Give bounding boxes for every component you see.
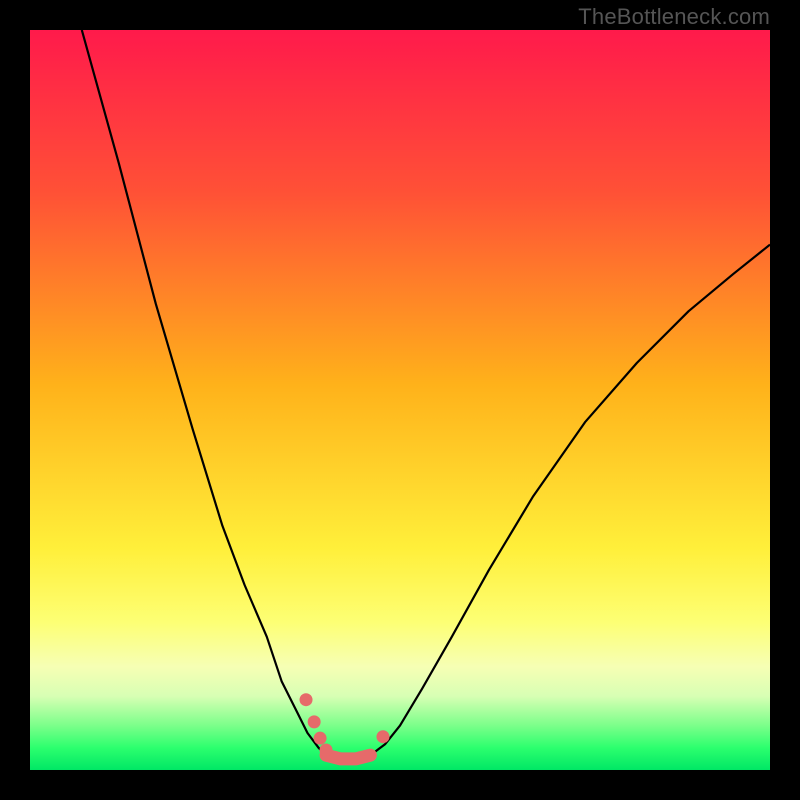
marker-left-dot-2 — [308, 715, 321, 728]
watermark-text: TheBottleneck.com — [578, 4, 770, 30]
chart-canvas — [30, 30, 770, 770]
marker-right-dot-1 — [376, 730, 389, 743]
marker-left-dot-4 — [320, 744, 333, 757]
chart-plot-area — [30, 30, 770, 770]
chart-frame: TheBottleneck.com — [0, 0, 800, 800]
chart-background — [30, 30, 770, 770]
series-valley-floor — [326, 755, 370, 759]
marker-left-dot-1 — [300, 693, 313, 706]
marker-left-dot-3 — [314, 732, 327, 745]
